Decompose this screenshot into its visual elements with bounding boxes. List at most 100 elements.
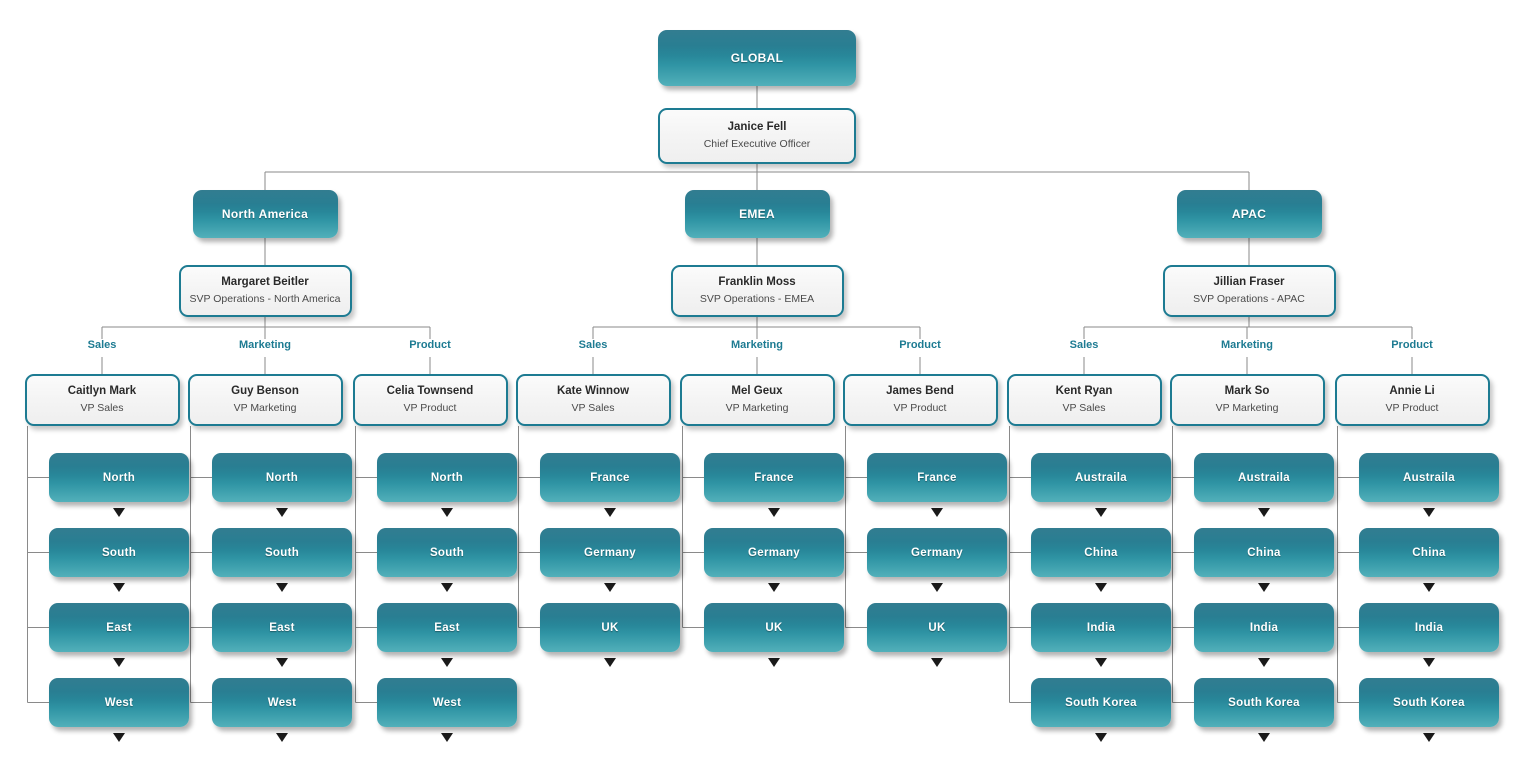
person-name: Janice Fell	[727, 121, 787, 134]
territory-box-0-2-3-label: West	[432, 696, 462, 709]
territory-box-2-1-3-label: South Korea	[1228, 696, 1300, 709]
territory-box-2-2-0-label: Austraila	[1403, 471, 1455, 484]
region-leader-card-0[interactable]: Margaret Beitler SVP Operations - North A…	[178, 265, 352, 317]
person-title: SVP Operations - EMEA	[699, 293, 815, 306]
territory-box-0-2-3[interactable]: West	[377, 678, 517, 727]
territory-box-0-2-0[interactable]: North	[377, 453, 517, 502]
territory-box-1-2-2-label: UK	[928, 621, 946, 634]
vp-card-0-2[interactable]: Celia Townsend VP Product	[352, 374, 508, 426]
region-unit-box-1[interactable]: EMEA	[684, 190, 830, 238]
vp-card-1-0[interactable]: Kate Winnow VP Sales	[515, 374, 671, 426]
territory-box-1-2-2[interactable]: UK	[867, 603, 1007, 652]
territory-box-0-1-2-label: East	[269, 621, 295, 634]
person-title: VP Marketing	[233, 402, 297, 415]
person-title: Chief Executive Officer	[703, 138, 811, 151]
territory-box-2-0-1-label: China	[1084, 546, 1118, 559]
territory-box-1-0-0[interactable]: France	[540, 453, 680, 502]
territory-box-2-2-3-label: South Korea	[1393, 696, 1465, 709]
territory-box-0-1-1[interactable]: South	[212, 528, 352, 577]
global-unit-box-label: GLOBAL	[730, 51, 784, 65]
territory-box-2-0-1[interactable]: China	[1031, 528, 1171, 577]
function-label-sales: Sales	[573, 339, 613, 351]
person-name: Kate Winnow	[556, 385, 630, 398]
global-unit-box[interactable]: GLOBAL	[658, 30, 856, 86]
person-title: VP Sales	[571, 402, 615, 415]
function-label-marketing: Marketing	[726, 339, 788, 351]
territory-box-2-1-0[interactable]: Austraila	[1194, 453, 1334, 502]
vp-card-0-1[interactable]: Guy Benson VP Marketing	[187, 374, 343, 426]
region-leader-card-1[interactable]: Franklin Moss SVP Operations - EMEA	[670, 265, 844, 317]
territory-box-1-0-0-label: France	[590, 471, 630, 484]
region-unit-box-2-label: APAC	[1231, 207, 1267, 221]
function-label-sales: Sales	[82, 339, 122, 351]
person-name: Mark So	[1224, 385, 1270, 398]
territory-box-0-0-0-label: North	[102, 471, 136, 484]
territory-box-2-0-2[interactable]: India	[1031, 603, 1171, 652]
person-title: VP Sales	[80, 402, 124, 415]
territory-box-1-1-2-label: UK	[765, 621, 783, 634]
territory-box-2-2-0[interactable]: Austraila	[1359, 453, 1499, 502]
territory-box-2-1-1[interactable]: China	[1194, 528, 1334, 577]
territory-box-0-1-3[interactable]: West	[212, 678, 352, 727]
territory-box-0-0-2[interactable]: East	[49, 603, 189, 652]
territory-box-2-2-1[interactable]: China	[1359, 528, 1499, 577]
person-name: Celia Townsend	[386, 385, 474, 398]
person-name: Annie Li	[1389, 385, 1435, 398]
territory-box-1-1-0[interactable]: France	[704, 453, 844, 502]
org-chart: GLOBAL Janice Fell Chief Executive Officer…	[0, 0, 1536, 782]
territory-box-1-0-2[interactable]: UK	[540, 603, 680, 652]
territory-box-2-0-3[interactable]: South Korea	[1031, 678, 1171, 727]
person-name: Franklin Moss	[718, 276, 796, 289]
territory-box-0-1-1-label: South	[264, 546, 300, 559]
person-name: Guy Benson	[231, 385, 299, 398]
vp-card-2-1[interactable]: Mark So VP Marketing	[1169, 374, 1325, 426]
territory-box-0-0-1-label: South	[101, 546, 137, 559]
region-unit-box-0[interactable]: North America	[192, 190, 338, 238]
territory-box-0-2-1[interactable]: South	[377, 528, 517, 577]
territory-box-2-1-1-label: China	[1247, 546, 1281, 559]
territory-box-0-1-2[interactable]: East	[212, 603, 352, 652]
territory-box-2-1-3[interactable]: South Korea	[1194, 678, 1334, 727]
territory-box-0-1-3-label: West	[267, 696, 297, 709]
territory-box-2-1-2-label: India	[1249, 621, 1279, 634]
territory-box-2-0-0[interactable]: Austraila	[1031, 453, 1171, 502]
territory-box-1-1-1[interactable]: Germany	[704, 528, 844, 577]
territory-box-0-2-2-label: East	[434, 621, 460, 634]
territory-box-0-0-0[interactable]: North	[49, 453, 189, 502]
territory-box-0-1-0[interactable]: North	[212, 453, 352, 502]
territory-box-1-1-2[interactable]: UK	[704, 603, 844, 652]
vp-card-0-0[interactable]: Caitlyn Mark VP Sales	[24, 374, 180, 426]
territory-box-2-0-0-label: Austraila	[1075, 471, 1127, 484]
function-label-marketing: Marketing	[234, 339, 296, 351]
territory-box-1-0-1-label: Germany	[584, 546, 636, 559]
person-title: VP Marketing	[1215, 402, 1279, 415]
territory-box-1-2-1[interactable]: Germany	[867, 528, 1007, 577]
territory-box-0-2-2[interactable]: East	[377, 603, 517, 652]
person-title: VP Product	[893, 402, 947, 415]
vp-card-1-1[interactable]: Mel Geux VP Marketing	[679, 374, 835, 426]
territory-box-1-1-0-label: France	[754, 471, 794, 484]
person-name: Kent Ryan	[1055, 385, 1113, 398]
territory-box-0-2-1-label: South	[429, 546, 465, 559]
function-label-product: Product	[1386, 339, 1438, 351]
region-unit-box-2[interactable]: APAC	[1176, 190, 1322, 238]
territory-box-2-1-2[interactable]: India	[1194, 603, 1334, 652]
person-name: Mel Geux	[731, 385, 783, 398]
region-unit-box-0-label: North America	[221, 207, 309, 221]
territory-box-0-0-1[interactable]: South	[49, 528, 189, 577]
territory-box-2-2-3[interactable]: South Korea	[1359, 678, 1499, 727]
person-name: Caitlyn Mark	[67, 385, 137, 398]
vp-card-1-2[interactable]: James Bend VP Product	[842, 374, 998, 426]
vp-card-2-2[interactable]: Annie Li VP Product	[1334, 374, 1490, 426]
territory-box-2-2-2[interactable]: India	[1359, 603, 1499, 652]
territory-box-1-0-1[interactable]: Germany	[540, 528, 680, 577]
territory-box-0-2-0-label: North	[430, 471, 464, 484]
territory-box-1-2-1-label: Germany	[911, 546, 963, 559]
function-label-product: Product	[404, 339, 456, 351]
function-label-product: Product	[894, 339, 946, 351]
ceo-card[interactable]: Janice Fell Chief Executive Officer	[658, 108, 856, 164]
region-leader-card-2[interactable]: Jillian Fraser SVP Operations - APAC	[1162, 265, 1336, 317]
vp-card-2-0[interactable]: Kent Ryan VP Sales	[1006, 374, 1162, 426]
territory-box-1-2-0[interactable]: France	[867, 453, 1007, 502]
territory-box-0-0-3[interactable]: West	[49, 678, 189, 727]
